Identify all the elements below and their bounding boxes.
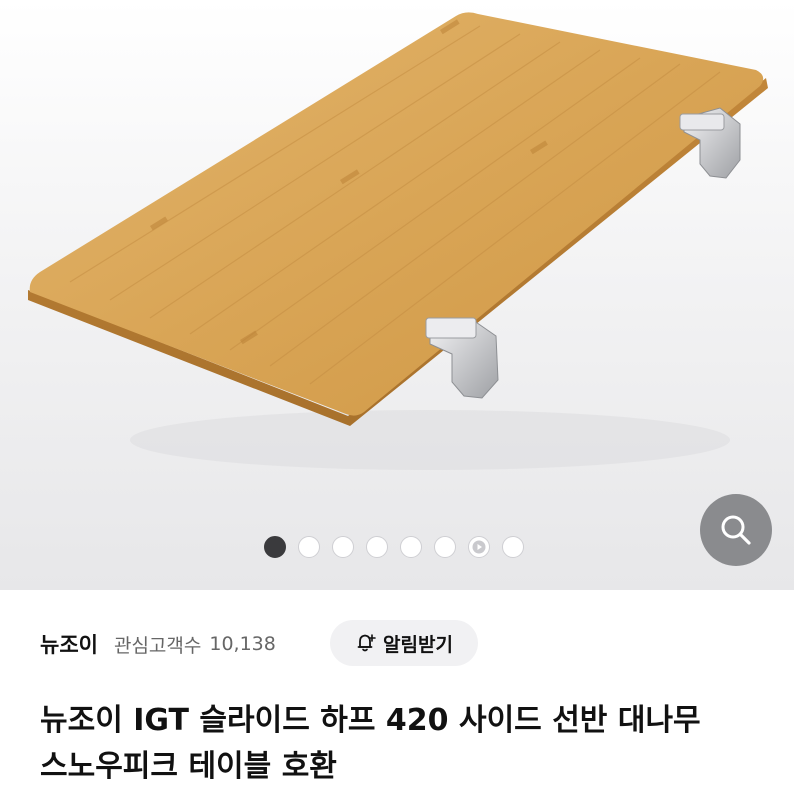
gallery-dot-4[interactable] xyxy=(366,536,388,558)
search-icon xyxy=(721,515,751,545)
gallery-dot-video[interactable] xyxy=(468,536,490,558)
gallery-dot-5[interactable] xyxy=(400,536,422,558)
seller-name[interactable]: 뉴조이 xyxy=(40,629,98,659)
hook-left xyxy=(425,317,499,399)
gallery-dot-2[interactable] xyxy=(298,536,320,558)
product-title: 뉴조이 IGT 슬라이드 하프 420 사이드 선반 대나무 스노우피크 테이블… xyxy=(40,703,701,784)
followers-count: 10,138 xyxy=(209,633,276,655)
product-image xyxy=(28,12,768,470)
zoom-button[interactable] xyxy=(700,494,772,566)
gallery-pagination xyxy=(264,536,524,558)
play-icon xyxy=(472,540,486,554)
gallery-dot-1[interactable] xyxy=(264,536,286,558)
product-image-gallery[interactable] xyxy=(0,0,794,590)
gallery-dot-3[interactable] xyxy=(332,536,354,558)
gallery-dot-8[interactable] xyxy=(502,536,524,558)
followers-label: 관심고객수 xyxy=(113,634,202,657)
subscribe-alert-button[interactable]: 알림받기 xyxy=(330,620,478,666)
alert-button-label: 알림받기 xyxy=(383,633,453,656)
gallery-dot-6[interactable] xyxy=(434,536,456,558)
bell-plus-icon xyxy=(357,634,376,652)
